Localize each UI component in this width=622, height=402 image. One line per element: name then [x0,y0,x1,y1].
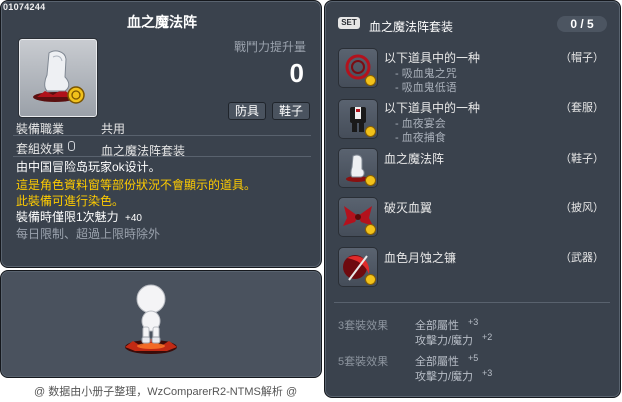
set-item-category: （帽子） [560,52,604,64]
item-id: 01074244 [3,2,46,12]
desc-designer: 由中国冒险岛玩家ok设计。 [16,160,161,174]
set-name: 血之魔法阵套装 [369,20,454,34]
footer-credit: @ 数据由小册子整理，WzComparerR2-NTMS解析 @ [34,386,298,398]
set-item-name: 以下道具中的一种 [384,101,481,115]
set-counter: 0 / 5 [557,16,607,32]
set-item-name: 血之魔法阵 [384,152,445,166]
tag-shoes: 鞋子 [272,102,311,120]
boot-icon [33,50,85,104]
item-title: 血之魔法阵 [127,14,197,30]
effect-stat-value: +2 [482,332,493,342]
coin-icon [365,224,376,235]
set-badge: SET [338,17,360,29]
coin-icon [365,75,376,86]
effect-stat-value: +3 [468,317,479,327]
desc-hidden-notice: 這是角色資料窗等部份狀況不會顯示的道具。 [16,178,257,192]
set-item-category: （套服） [560,102,604,114]
job-label: 裝備職業 [16,122,65,136]
divider [334,302,610,303]
set-item-option: - 血夜捕食 [395,132,446,144]
set-slot-weapon[interactable] [338,247,378,287]
set-item-option: - 吸血鬼低语 [395,82,457,94]
charm-label: 裝備時僅限1次魅力 [16,210,119,224]
power-label: 戰鬥力提升量 [233,40,306,54]
character-preview-panel [0,270,322,378]
set-item-category: （武器） [560,252,604,264]
effect-stat-value: +3 [482,368,493,378]
divider [13,156,311,157]
character-preview-image [125,284,177,354]
set-slot-suit[interactable] [338,99,378,139]
set-effect-5-label: 5套裝效果 [338,356,389,368]
effect-stat-name: 攻擊力/魔力 [415,335,474,347]
set-slot-hat[interactable] [338,48,378,88]
effect-stat-name: 全部屬性 [415,320,459,332]
set-slot-cape[interactable] [338,197,378,237]
effect-stat-name: 攻擊力/魔力 [415,371,474,383]
set-effect-3-label: 3套裝效果 [338,320,389,332]
coin-icon [365,126,376,137]
desc-charm: 裝備時僅限1次魅力 +40 [16,210,142,226]
job-value: 共用 [101,122,126,136]
set-item-name: 破灭血翼 [384,201,433,215]
lock-icon [68,141,75,151]
power-value: 0 [289,58,304,88]
set-label: 套組效果 [16,142,65,156]
coin-icon [365,274,376,285]
desc-dye-notice: 此裝備可進行染色。 [16,194,125,208]
item-tooltip-panel: 01074244 血之魔法阵 戰鬥力提升量 0 防具 鞋子 裝備職業 共用 套組… [0,0,322,268]
coin-icon [365,175,376,186]
set-item-category: （披风） [560,202,604,214]
set-item-category: （鞋子） [560,153,604,165]
set-item-name: 血色月蚀之镰 [384,251,457,265]
effect-stat-name: 全部屬性 [415,356,459,368]
effect-stat-value: +5 [468,353,479,363]
charm-value: +40 [125,213,142,224]
desc-daily-limit: 每日限制、超過上限時除外 [16,227,161,241]
item-icon-frame [18,38,98,118]
set-item-name: 以下道具中的一种 [384,51,481,65]
set-slot-shoes[interactable] [338,148,378,188]
tag-armor: 防具 [228,102,267,120]
